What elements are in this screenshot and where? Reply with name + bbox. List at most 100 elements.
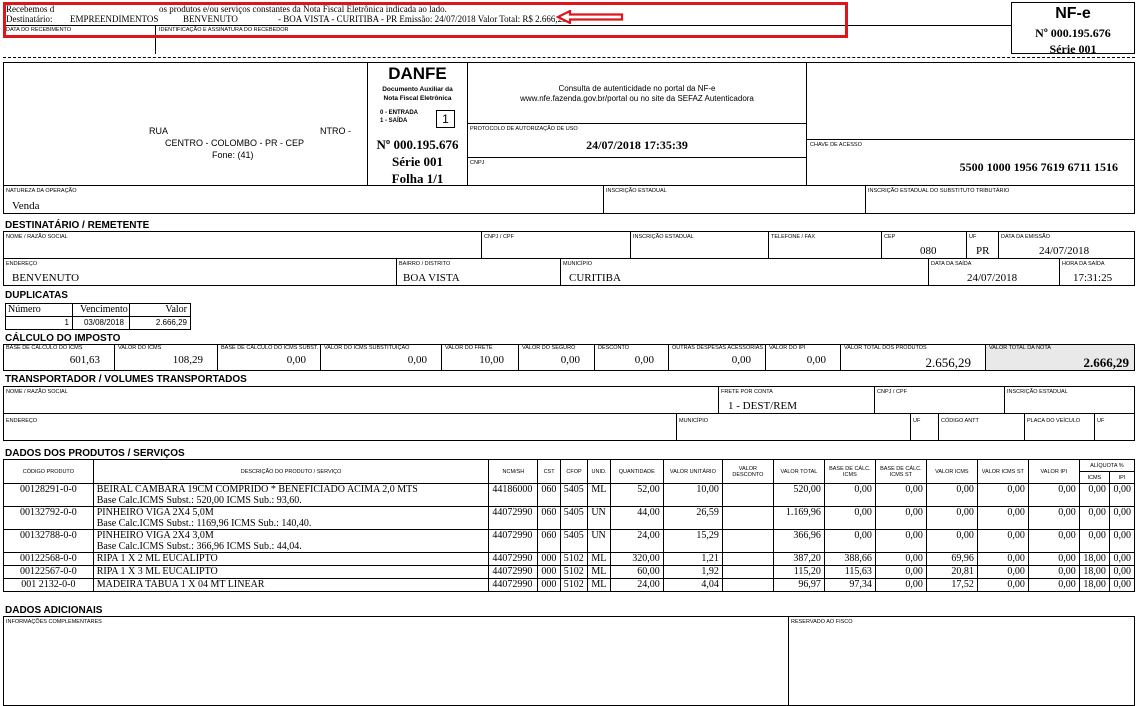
cell-aliquota-icms: 18,00 <box>1078 565 1110 579</box>
col-valor-icms: VALOR ICMS <box>925 459 978 484</box>
cell-ncm: 44186000 <box>488 483 539 507</box>
protocolo-label: PROTOCOLO DE AUTORIZAÇÃO DE USO <box>470 126 578 132</box>
cell-codigo: 001 2132-0-0 <box>3 578 94 592</box>
dest-endereco-label: ENDEREÇO <box>6 261 38 267</box>
divider <box>910 413 911 441</box>
product-extra: Base Calc.ICMS Subst.: 520,00 ICMS Sub.:… <box>96 495 302 506</box>
imposto-cell: VALOR TOTAL DA NOTA 2.666,29 <box>985 344 1135 371</box>
cell-valor-ipi: 0,00 <box>1027 578 1080 592</box>
dest-municipio-value: CURITIBA <box>569 272 621 284</box>
cell-descricao: RIPA 1 X 2 ML EUCALIPTO <box>92 552 490 566</box>
col-base-icms-st: BASE DE CÁLC. ICMS ST <box>874 459 927 484</box>
cell-valor-icms: 69,96 <box>925 552 978 566</box>
divider <box>560 258 561 286</box>
natureza-box <box>3 185 604 214</box>
danfe-title: DANFE <box>388 64 447 83</box>
produtos-section-title: DADOS DOS PRODUTOS / SERVIÇOS <box>5 448 185 459</box>
cell-descricao: BEIRAL CAMBARA 19CM COMPRIDO * BENEFICIA… <box>92 483 490 507</box>
transp-section-title: TRANSPORTADOR / VOLUMES TRANSPORTADOS <box>5 374 247 385</box>
dest-cep-label: CEP <box>884 234 896 240</box>
cell-valor-icms: 17,52 <box>925 578 978 592</box>
cell-valor-ipi: 0,00 <box>1027 506 1080 530</box>
product-description: RIPA 1 X 2 ML EUCALIPTO <box>96 553 218 564</box>
dest-saida-label: DATA DA SAÍDA <box>931 261 972 267</box>
cell-cst: 060 <box>537 529 561 553</box>
divider <box>938 413 939 441</box>
imposto-label: BASE DE CÁLCULO DO ICMS <box>6 345 83 351</box>
danfe-tipo: 1 <box>436 110 455 128</box>
cnpj-label: CNPJ <box>470 160 485 166</box>
dup-vencimento: 03/08/2018 <box>83 318 124 327</box>
product-description: BEIRAL CAMBARA 19CM COMPRIDO * BENEFICIA… <box>96 484 418 495</box>
cell-base-icms: 0,00 <box>823 483 876 507</box>
col-valor-total: VALOR TOTAL <box>772 459 825 484</box>
transp-nome-label: NOME / RAZÃO SOCIAL <box>6 389 68 395</box>
cell-valor-desconto <box>721 565 774 579</box>
cell-valor-ipi: 0,00 <box>1027 565 1080 579</box>
cell-valor-total: 96,97 <box>772 578 825 592</box>
natureza-iest-label: INSCRIÇÃO ESTADUAL DO SUBSTITUTO TRIBUTÁ… <box>868 188 1010 194</box>
imposto-cell: BASE DE CÁLCULO DO ICMS 601,63 <box>3 344 114 371</box>
consulta-line1: Consulta de autenticidade no portal da N… <box>558 84 716 93</box>
emitter-phone: Fone: (41) <box>212 150 254 160</box>
col-valor-desconto: VALOR DESCONTO <box>721 459 774 484</box>
dup-valor: 2.666,29 <box>155 318 187 327</box>
emitter-box <box>3 62 368 186</box>
transp-uf-label: UF <box>913 418 921 424</box>
imposto-value: 601,63 <box>69 354 100 366</box>
imposto-value: 0,00 <box>407 354 427 366</box>
cell-aliquota-ipi: 0,00 <box>1108 529 1136 553</box>
cell-aliquota-icms: 0,00 <box>1078 529 1110 553</box>
cell-valor-total: 520,00 <box>772 483 825 507</box>
cell-descricao: MADEIRA TABUA 1 X 04 MT LINEAR <box>92 578 490 592</box>
divider <box>1004 386 1005 414</box>
emitter-street: RUA <box>149 126 169 136</box>
cell-cfop: 5405 <box>559 529 589 553</box>
cell-base-icms: 0,00 <box>823 506 876 530</box>
natureza-ie-label: INSCRIÇÃO ESTADUAL <box>606 188 667 194</box>
dup-numero: 1 <box>64 318 69 327</box>
cell-base-icms-st: 0,00 <box>874 578 927 592</box>
danfe-saida: 1 - SAÍDA <box>380 118 408 124</box>
duplicatas-section-title: DUPLICATAS <box>5 290 68 301</box>
cell-valor-icms-st: 0,00 <box>976 506 1029 530</box>
danfe-sub1: Documento Auxiliar da <box>382 86 453 93</box>
divider <box>768 231 769 259</box>
cell-valor-icms-st: 0,00 <box>976 529 1029 553</box>
dest-municipio-label: MUNICÍPIO <box>563 261 593 267</box>
chave-value: 5500 1000 1956 7619 6711 1516 <box>959 160 1118 174</box>
col-valor-icms-st: VALOR ICMS ST <box>976 459 1029 484</box>
stub-nfe-title: NF-e <box>1055 5 1091 22</box>
cell-aliquota-icms: 0,00 <box>1078 506 1110 530</box>
imposto-value: 108,29 <box>172 354 203 366</box>
imposto-cell: VALOR DO IPI 0,00 <box>765 344 840 371</box>
cell-valor-total: 366,96 <box>772 529 825 553</box>
divider <box>1059 258 1060 286</box>
stub-nfe-serie: Série 001 <box>1049 42 1097 56</box>
imposto-cell: VALOR TOTAL DOS PRODUTOS 2.656,29 <box>840 344 985 371</box>
transp-uf2-label: UF <box>1097 418 1105 424</box>
cell-base-icms: 388,66 <box>823 552 876 566</box>
imposto-label: VALOR TOTAL DA NOTA <box>989 345 1051 351</box>
dup-header-valor: Valor <box>165 304 187 315</box>
adicionais-section-title: DADOS ADICIONAIS <box>5 605 103 616</box>
imposto-label: OUTRAS DESPESAS ACESSÓRIAS <box>672 345 764 351</box>
cell-aliquota-ipi: 0,00 <box>1108 578 1136 592</box>
dup-header-numero: Número <box>8 304 41 315</box>
cell-valor-icms: 0,00 <box>925 506 978 530</box>
dest-fone-label: TELEFONE / FAX <box>771 234 816 240</box>
cell-valor-desconto <box>721 483 774 507</box>
cell-codigo: 00132788-0-0 <box>3 529 94 553</box>
fisco-box <box>788 616 1135 706</box>
cell-valor-unitario: 26,59 <box>662 506 723 530</box>
imposto-cell: OUTRAS DESPESAS ACESSÓRIAS 0,00 <box>668 344 765 371</box>
cnpj-box <box>467 157 807 186</box>
cell-valor-ipi: 0,00 <box>1027 483 1080 507</box>
table-row: 00122567-0-0 RIPA 1 X 3 ML EUCALIPTO 44072… <box>3 565 1136 579</box>
divider <box>5 316 191 317</box>
cell-quantidade: 320,00 <box>609 552 664 566</box>
col-quantidade: QUANTIDADE <box>609 459 664 484</box>
imposto-cell: BASE DE CÁLCULO DO ICMS SUBST. 0,00 <box>217 344 320 371</box>
col-aliquota-icms: ICMS <box>1078 471 1110 484</box>
imposto-label: VALOR DO ICMS <box>118 345 162 351</box>
